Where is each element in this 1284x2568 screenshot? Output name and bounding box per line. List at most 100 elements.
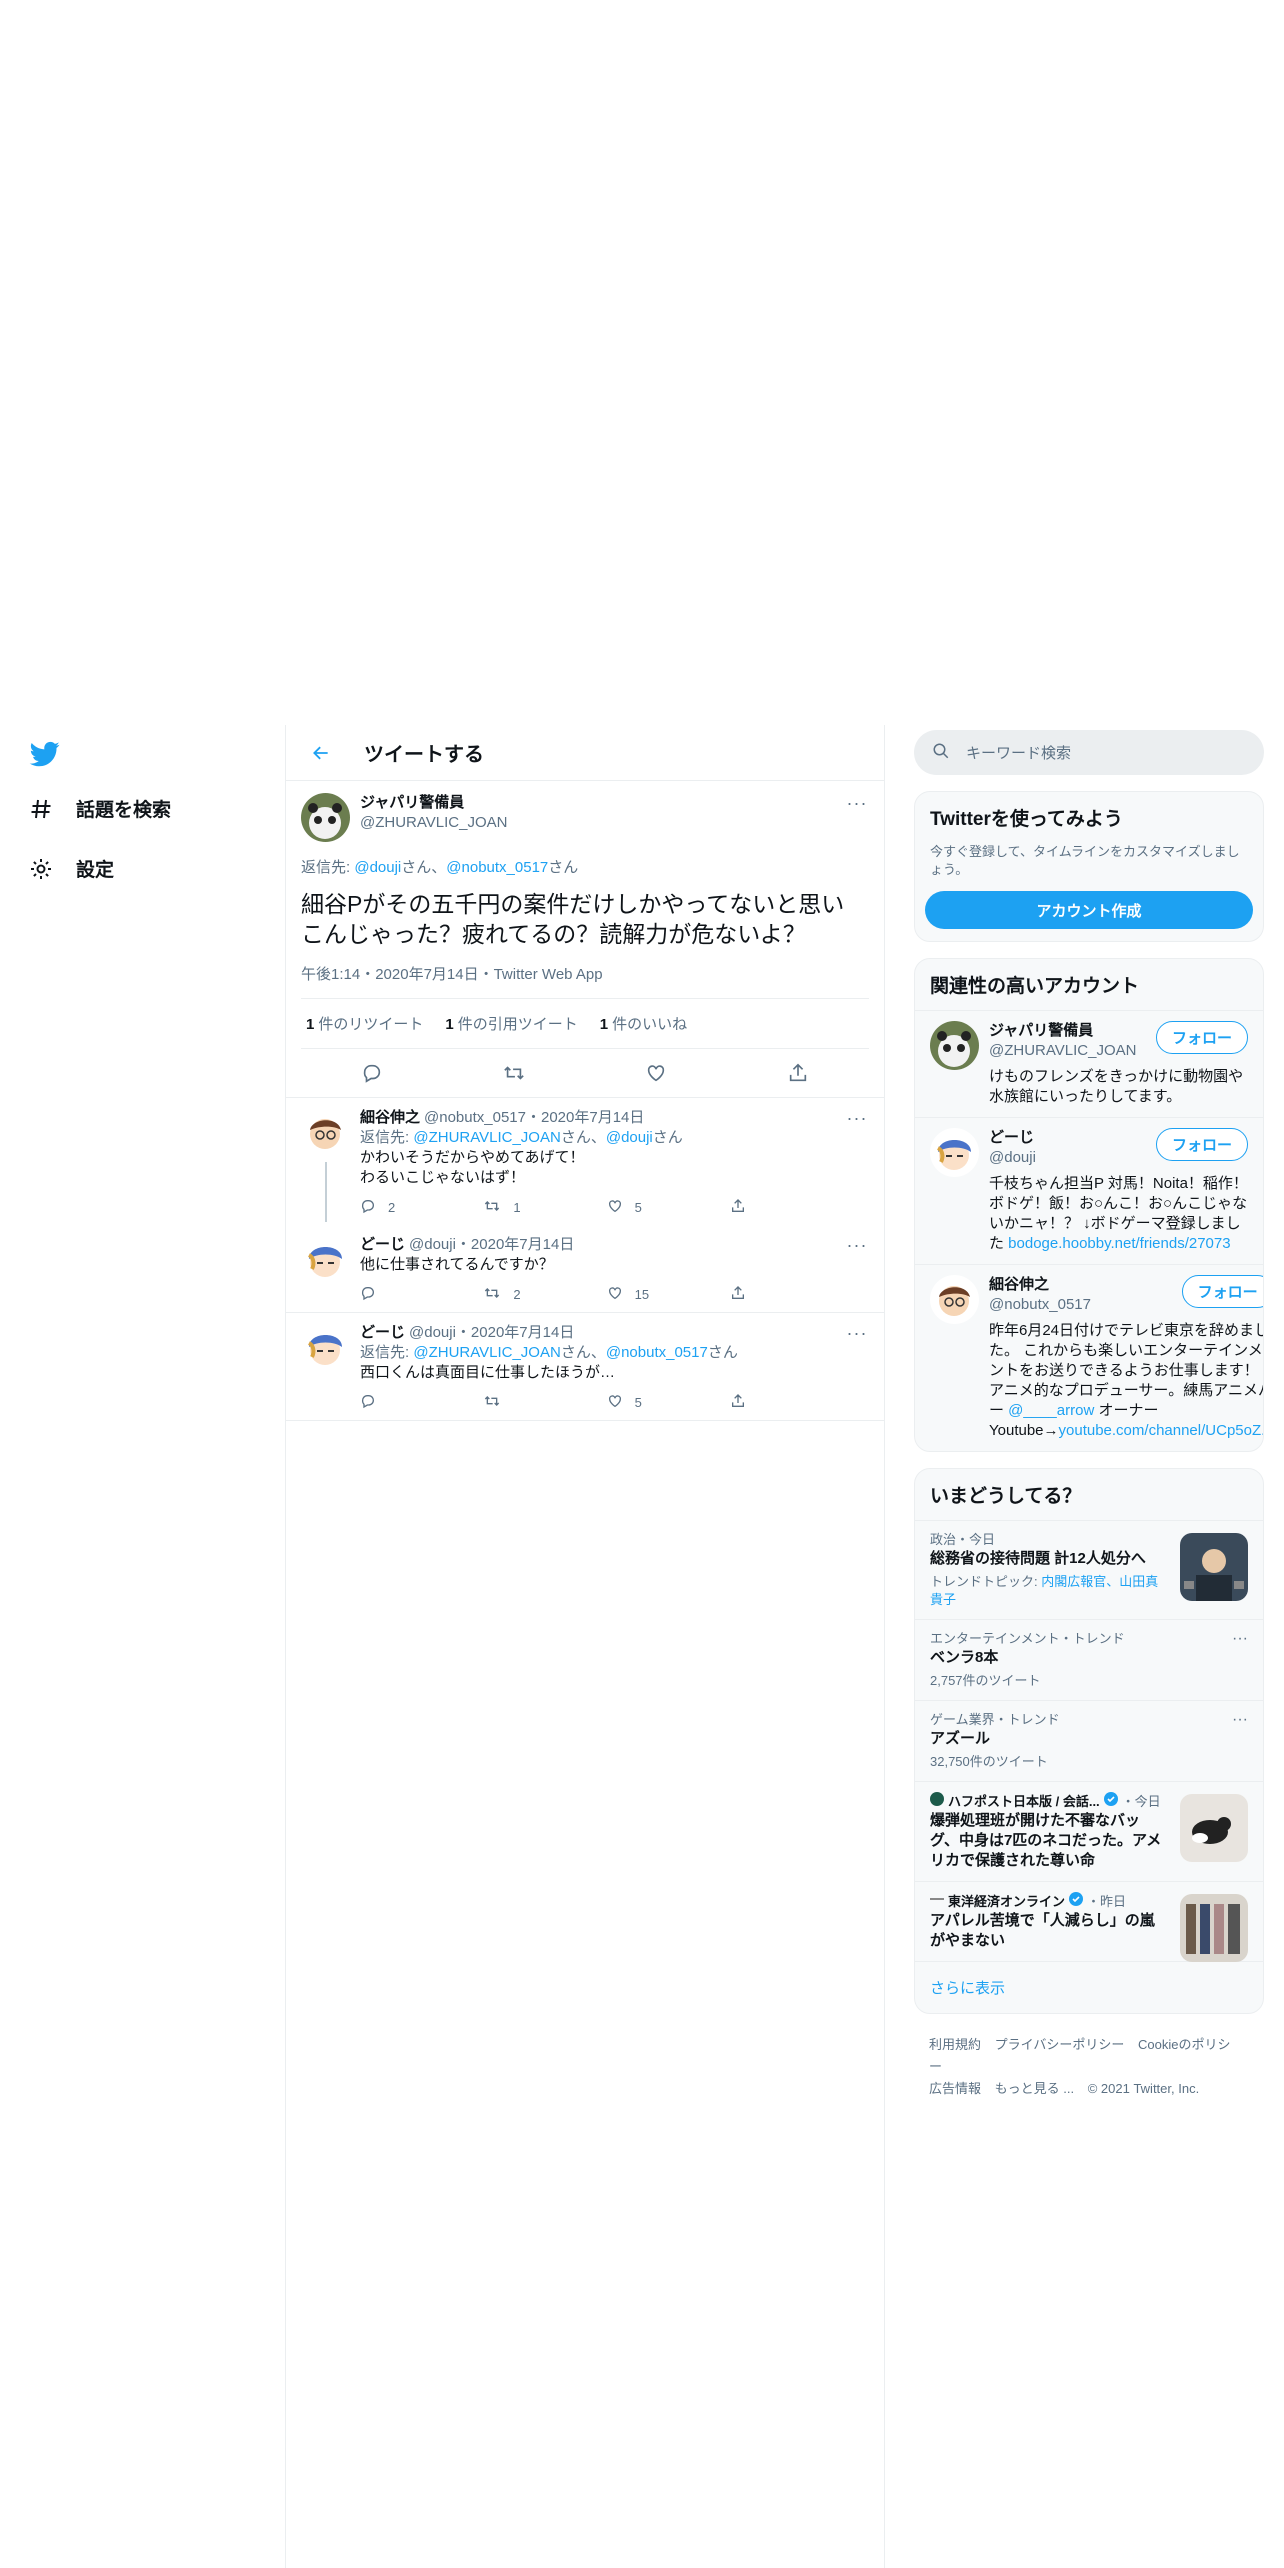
signup-card: Twitterを使ってみよう 今すぐ登録して、タイムラインをカスタマイズしましょ… <box>914 791 1264 942</box>
reply-icon <box>360 1285 376 1304</box>
account-item[interactable]: どーじ @douji フォロー 千枝ちゃん担当P 対馬！Noita！稲作！ボドゲ… <box>915 1117 1263 1264</box>
account-handle[interactable]: @ZHURAVLIC_JOAN <box>989 1041 1136 1061</box>
reply-user-link[interactable]: @ZHURAVLIC_JOAN <box>413 1129 560 1146</box>
reply-author-name[interactable]: どーじ <box>360 1235 405 1255</box>
reply-handle-date[interactable]: @douji・2020年7月14日 <box>409 1235 574 1255</box>
trend-title: アズール <box>930 1730 991 1747</box>
trend-count: 2,757件のツイート <box>930 1673 1041 1688</box>
reply-user-link[interactable]: @douji <box>354 859 401 876</box>
avatar[interactable] <box>301 793 350 842</box>
reply-tweet[interactable]: どーじ @douji・2020年7月14日 他に仕事されてるんですか？ 2 15… <box>286 1225 884 1313</box>
more-icon[interactable]: ··· <box>1232 1630 1248 1648</box>
trend-item[interactable]: ゲーム業界・トレンド アズール 32,750件のツイート ··· <box>915 1700 1263 1781</box>
share-button[interactable] <box>730 1198 790 1217</box>
nav-settings[interactable]: 設定 <box>28 855 114 882</box>
follow-button[interactable]: フォロー <box>1155 1128 1248 1161</box>
reply-tweet[interactable]: 細谷伸之 @nobutx_0517・2020年7月14日 返信先: @ZHURA… <box>286 1098 884 1225</box>
reply-mid: さん、 <box>560 1129 606 1146</box>
retweet-button[interactable]: 1 <box>483 1198 543 1217</box>
like-button[interactable]: 15 <box>607 1285 667 1304</box>
reply-tweet[interactable]: どーじ @douji・2020年7月14日 返信先: @ZHURAVLIC_JO… <box>286 1313 884 1421</box>
news-source: ハフポスト日本版 / 会話... ・今日 <box>930 1792 1163 1811</box>
reply-to: 返信先: @ZHURAVLIC_JOANさん、@nobutx_0517さん <box>360 1343 845 1363</box>
share-icon[interactable] <box>785 1060 811 1086</box>
avatar[interactable] <box>301 1108 350 1157</box>
account-handle[interactable]: @douji <box>989 1148 1036 1168</box>
quote-count[interactable]: 1 件の引用ツイート <box>445 1013 577 1034</box>
retweet-icon[interactable] <box>501 1060 527 1086</box>
tweet-meta[interactable]: 午後1:14・2020年7月14日・Twitter Web App <box>301 963 869 999</box>
reply-button[interactable] <box>360 1393 420 1412</box>
account-bio: 千枝ちゃん担当P 対馬！Noita！稲作！ボドゲ！飯！お○んこ！お○んこじゃない… <box>989 1174 1248 1254</box>
more-icon[interactable]: ··· <box>1232 1711 1248 1729</box>
reply-user-link[interactable]: @douji <box>606 1129 653 1146</box>
signup-description: 今すぐ登録して、タイムラインをカスタマイズしましょう。 <box>930 844 1240 877</box>
reply-button[interactable]: 2 <box>360 1198 420 1217</box>
account-name[interactable]: 細谷伸之 <box>989 1275 1091 1295</box>
more-icon[interactable]: ··· <box>845 793 869 813</box>
author-handle[interactable]: @ZHURAVLIC_JOAN <box>360 813 845 833</box>
retweet-button[interactable]: 2 <box>483 1285 543 1304</box>
account-item[interactable]: 細谷伸之 @nobutx_0517 フォロー 昨年6月24日付けでテレビ東京を辞… <box>915 1264 1263 1451</box>
search-placeholder: キーワード検索 <box>966 745 1072 762</box>
create-account-button[interactable]: アカウント作成 <box>925 891 1253 929</box>
reply-handle-date[interactable]: @nobutx_0517・2020年7月14日 <box>424 1108 644 1128</box>
reply-author-name[interactable]: どーじ <box>360 1323 405 1343</box>
author-name[interactable]: ジャパリ警備員 <box>360 793 845 813</box>
search-input[interactable]: キーワード検索 <box>914 730 1264 775</box>
like-icon[interactable] <box>643 1060 669 1086</box>
gear-icon <box>28 856 54 882</box>
more-icon[interactable]: ··· <box>845 1108 869 1128</box>
related-title: 関連性の高いアカウント <box>930 976 1140 997</box>
main-column: ツイートする ジャパリ警備員 @ZHURAVLIC_JOAN ··· 返信先: … <box>285 725 885 2568</box>
trend-item[interactable]: エンターテインメント・トレンド ベンラ8本 2,757件のツイート ··· <box>915 1619 1263 1700</box>
like-button[interactable]: 5 <box>607 1198 667 1217</box>
avatar[interactable] <box>301 1235 350 1284</box>
show-more-link[interactable]: さらに表示 <box>915 1961 1263 2013</box>
bio-link[interactable]: @____arrow <box>1008 1402 1094 1419</box>
reply-handle-date[interactable]: @douji・2020年7月14日 <box>409 1323 574 1343</box>
focal-tweet: ジャパリ警備員 @ZHURAVLIC_JOAN ··· 返信先: @doujiさ… <box>286 781 884 1098</box>
trend-item[interactable]: 政治・今日 総務省の接待問題 計12人処分へ トレンドトピック: 内閣広報官、山… <box>915 1520 1263 1619</box>
account-handle[interactable]: @nobutx_0517 <box>989 1295 1091 1315</box>
account-name[interactable]: どーじ <box>989 1128 1036 1148</box>
reply-prefix: 返信先: <box>360 1129 414 1146</box>
trend-topic: トレンドトピック: 内閣広報官、山田真貴子 <box>930 1573 1163 1609</box>
share-button[interactable] <box>730 1393 790 1412</box>
follow-button[interactable]: フォロー <box>1155 1021 1248 1054</box>
bio-link[interactable]: bodoge.hoobby.net/friends/27073 <box>1008 1235 1230 1252</box>
avatar[interactable] <box>301 1323 350 1372</box>
share-button[interactable] <box>730 1285 790 1304</box>
trend-topic-prefix: トレンドトピック: <box>930 1574 1042 1589</box>
bio-link[interactable]: youtube.com/channel/UCp5oZ... <box>1059 1422 1263 1439</box>
footer-more-link[interactable]: もっと見る ... <box>995 2081 1074 2096</box>
nav-explore[interactable]: 話題を検索 <box>28 795 171 822</box>
reply-author-name[interactable]: 細谷伸之 <box>360 1108 420 1128</box>
reply-button[interactable] <box>360 1285 420 1304</box>
retweet-button[interactable] <box>483 1393 543 1412</box>
avatar[interactable] <box>930 1021 979 1070</box>
footer-privacy-link[interactable]: プライバシーポリシー <box>995 2037 1125 2052</box>
back-arrow-icon[interactable] <box>306 738 336 768</box>
more-icon[interactable]: ··· <box>845 1323 869 1343</box>
account-item[interactable]: ジャパリ警備員 @ZHURAVLIC_JOAN フォロー けものフレンズをきっか… <box>915 1010 1263 1117</box>
avatar[interactable] <box>930 1275 979 1324</box>
footer-ads-link[interactable]: 広告情報 <box>929 2081 981 2096</box>
like-button[interactable]: 5 <box>607 1393 667 1412</box>
reply-user-link[interactable]: @nobutx_0517 <box>606 1344 708 1361</box>
retweet-count[interactable]: 1 件のリツイート <box>306 1013 423 1034</box>
reply-user-link[interactable]: @ZHURAVLIC_JOAN <box>413 1344 560 1361</box>
follow-button[interactable]: フォロー <box>1181 1275 1263 1308</box>
trend-category: ゲーム業界・トレンド <box>930 1712 1060 1727</box>
more-icon[interactable]: ··· <box>845 1235 869 1255</box>
reply-user-link[interactable]: @nobutx_0517 <box>446 859 548 876</box>
trend-item[interactable]: 東洋経済オンライン ・昨日 アパレル苦境で「人減らし」の嵐がやまない <box>915 1881 1263 1962</box>
reply-icon[interactable] <box>359 1060 385 1086</box>
trend-item[interactable]: ハフポスト日本版 / 会話... ・今日 爆弾処理班が開けた不審なバッグ、中身は… <box>915 1781 1263 1881</box>
tweet-text-line: こんじゃった？疲れてるの？読解力が危ないよ？ <box>301 921 806 947</box>
avatar[interactable] <box>930 1128 979 1177</box>
twitter-logo-icon[interactable] <box>28 739 62 769</box>
account-name[interactable]: ジャパリ警備員 <box>989 1021 1136 1041</box>
footer-terms-link[interactable]: 利用規約 <box>929 2037 981 2052</box>
like-count[interactable]: 1 件のいいね <box>600 1013 687 1034</box>
